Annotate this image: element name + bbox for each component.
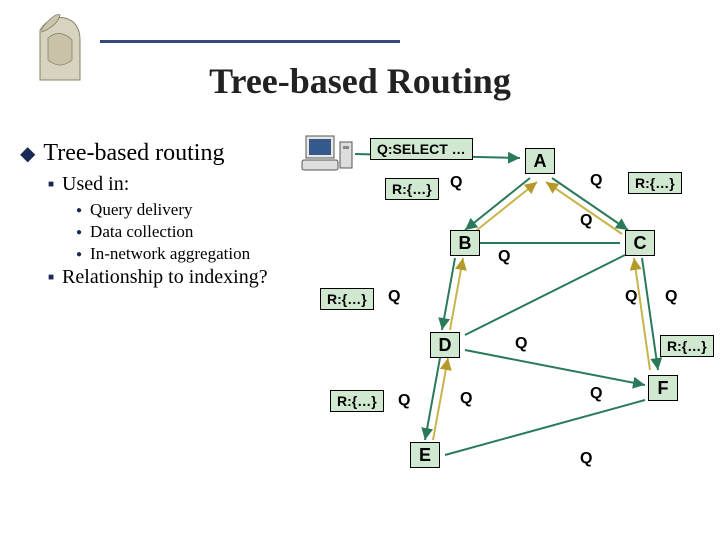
bullet-text: Data collection bbox=[90, 222, 193, 242]
slide: Tree-based Routing ◆ Tree-based routing … bbox=[0, 0, 720, 540]
node-d: D bbox=[430, 332, 460, 358]
bullet-text: Relationship to indexing? bbox=[62, 266, 268, 289]
slide-title: Tree-based Routing bbox=[0, 60, 720, 102]
q-label: Q bbox=[460, 390, 472, 408]
q-label: Q bbox=[515, 335, 527, 353]
node-e: E bbox=[410, 442, 440, 468]
routing-diagram: Q:SELECT … A B C D E F R:{…} R:{…} R:{…}… bbox=[290, 130, 720, 530]
bullet-text: Query delivery bbox=[90, 200, 192, 220]
node-b: B bbox=[450, 230, 480, 256]
horizontal-rule bbox=[100, 40, 400, 43]
q-label: Q bbox=[450, 174, 462, 192]
bullet-icon: ● bbox=[76, 249, 82, 260]
q-label: Q bbox=[498, 248, 510, 266]
node-a: A bbox=[525, 148, 555, 174]
response-box: R:{…} bbox=[660, 335, 714, 357]
q-label: Q bbox=[398, 392, 410, 410]
q-label: Q bbox=[590, 172, 602, 190]
bullet-icon: ■ bbox=[48, 272, 54, 283]
node-c: C bbox=[625, 230, 655, 256]
bullet-text: Tree-based routing bbox=[43, 140, 224, 167]
bullet-icon: ● bbox=[76, 205, 82, 216]
response-box: R:{…} bbox=[330, 390, 384, 412]
q-label: Q bbox=[665, 288, 677, 306]
response-box: R:{…} bbox=[320, 288, 374, 310]
node-f: F bbox=[648, 375, 678, 401]
q-label: Q bbox=[590, 385, 602, 403]
q-label: Q bbox=[580, 212, 592, 230]
q-label: Q bbox=[625, 288, 637, 306]
q-label: Q bbox=[580, 450, 592, 468]
query-box: Q:SELECT … bbox=[370, 138, 473, 160]
q-label: Q bbox=[388, 288, 400, 306]
response-box: R:{…} bbox=[385, 178, 439, 200]
response-box: R:{…} bbox=[628, 172, 682, 194]
bullet-text: Used in: bbox=[62, 173, 129, 196]
bullet-icon: ● bbox=[76, 227, 82, 238]
bullet-text: In-network aggregation bbox=[90, 244, 250, 264]
bullet-icon: ■ bbox=[48, 179, 54, 190]
bullet-icon: ◆ bbox=[20, 144, 35, 164]
